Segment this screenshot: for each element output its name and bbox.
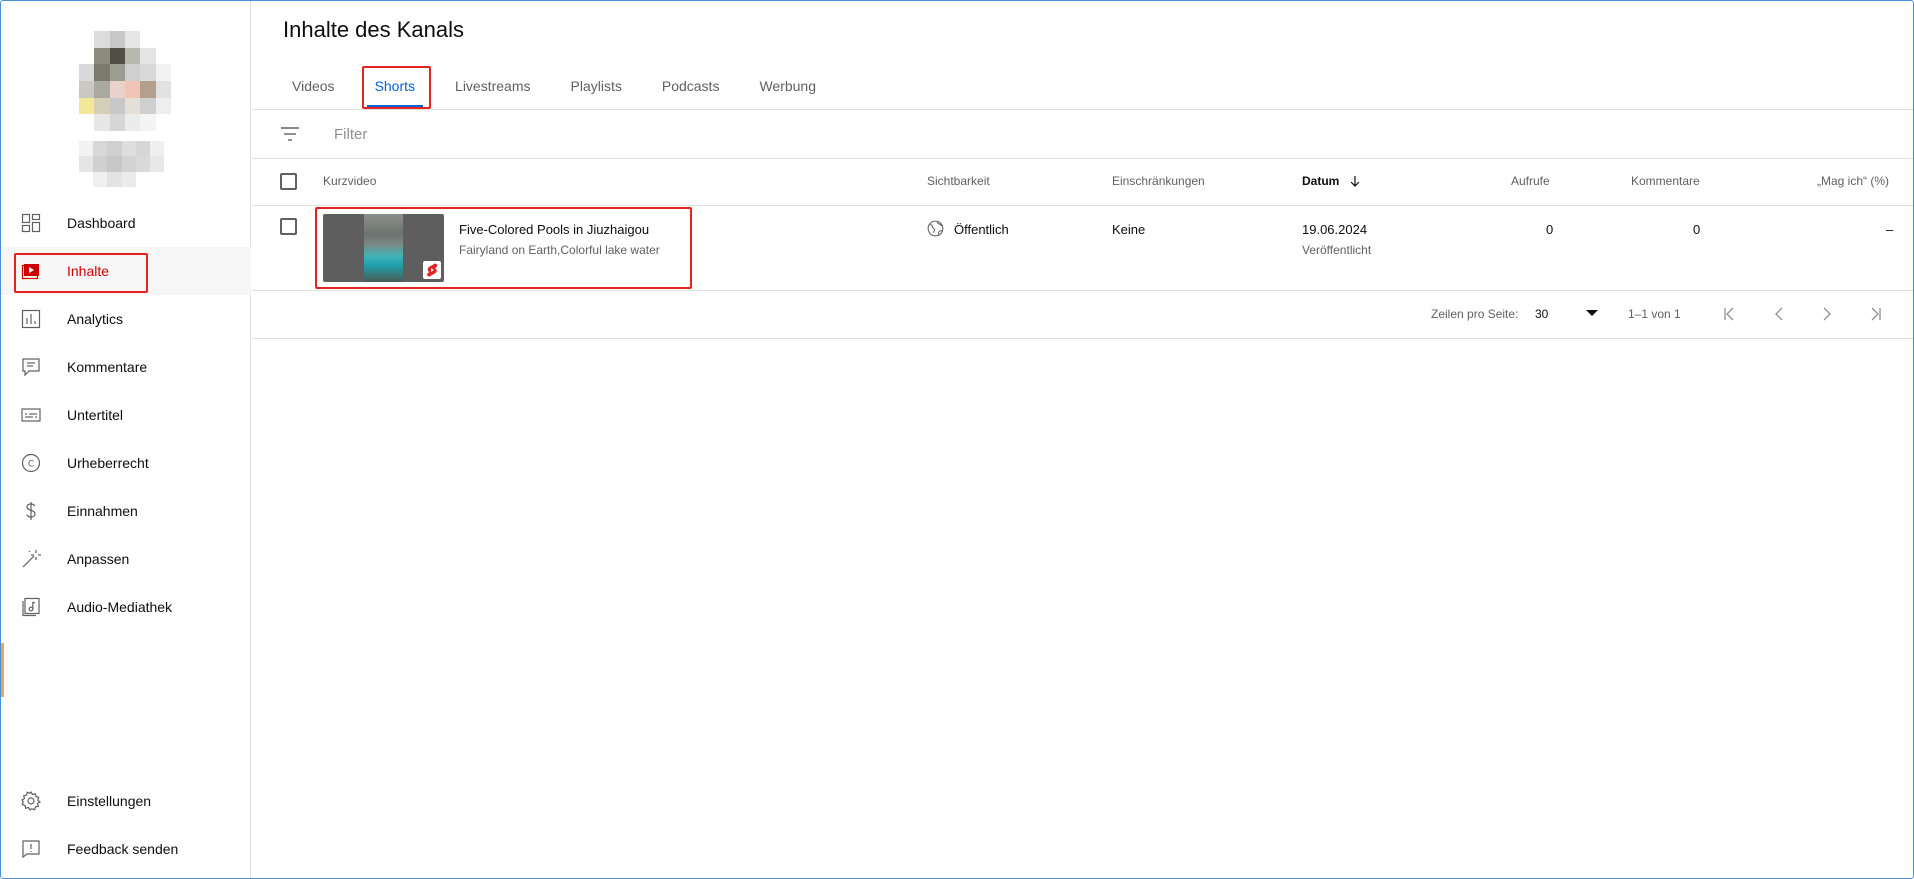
sidebar-item-label: Anpassen bbox=[67, 551, 130, 567]
tab-shorts[interactable]: Shorts bbox=[355, 66, 435, 110]
first-page-icon[interactable] bbox=[1719, 303, 1741, 325]
channel-name bbox=[79, 141, 164, 187]
sidebar-item-label: Untertitel bbox=[67, 407, 124, 423]
sidebar-nav: Dashboard Inhalte Analytics Kommentare U… bbox=[1, 199, 251, 631]
table-row[interactable]: Five-Colored Pools in Jiuzhaigou Fairyla… bbox=[252, 206, 1913, 290]
filter-input[interactable] bbox=[334, 122, 734, 146]
sidebar: Dashboard Inhalte Analytics Kommentare U… bbox=[1, 1, 251, 878]
column-header-date[interactable]: Datum bbox=[1302, 174, 1361, 188]
svg-text:C: C bbox=[28, 460, 34, 470]
sidebar-item-analytics[interactable]: Analytics bbox=[1, 295, 251, 343]
magic-wand-icon bbox=[22, 550, 41, 568]
column-header-restrictions[interactable]: Einschränkungen bbox=[1112, 174, 1205, 188]
date-status: Veröffentlicht bbox=[1302, 243, 1372, 257]
sidebar-item-label: Einnahmen bbox=[67, 503, 138, 519]
sidebar-item-inhalte[interactable]: Inhalte bbox=[1, 247, 251, 295]
last-page-icon[interactable] bbox=[1864, 303, 1886, 325]
next-page-icon[interactable] bbox=[1816, 303, 1838, 325]
gear-icon bbox=[21, 791, 41, 811]
sidebar-item-einstellungen[interactable]: Einstellungen bbox=[1, 777, 251, 825]
video-title[interactable]: Five-Colored Pools in Jiuzhaigou bbox=[459, 222, 649, 237]
visibility-value[interactable]: Öffentlich bbox=[954, 222, 1009, 237]
divider bbox=[252, 338, 1913, 339]
content-tabs: Videos Shorts Livestreams Playlists Podc… bbox=[272, 66, 836, 110]
sidebar-item-label: Dashboard bbox=[67, 215, 136, 231]
pagination: Zeilen pro Seite: 30 1–1 von 1 bbox=[252, 291, 1913, 338]
page-range: 1–1 von 1 bbox=[1628, 307, 1681, 321]
rows-per-page-label: Zeilen pro Seite: bbox=[1431, 307, 1519, 321]
sort-arrow-down-icon bbox=[1350, 176, 1360, 187]
chevron-down-icon[interactable] bbox=[1586, 310, 1598, 316]
sidebar-item-urheberrecht[interactable]: C Urheberrecht bbox=[1, 439, 251, 487]
table-header: Kurzvideo Sichtbarkeit Einschränkungen D… bbox=[252, 159, 1913, 205]
thumbnail-image bbox=[364, 214, 403, 282]
date-value: 19.06.2024 bbox=[1302, 222, 1368, 237]
content-icon bbox=[21, 264, 39, 280]
sidebar-item-dashboard[interactable]: Dashboard bbox=[1, 199, 251, 247]
sidebar-item-audio-mediathek[interactable]: Audio-Mediathek bbox=[1, 583, 251, 631]
video-description: Fairyland on Earth,Colorful lake water bbox=[459, 243, 660, 257]
column-header-likes[interactable]: „Mag ich“ (%) bbox=[1817, 174, 1889, 188]
rows-per-page-select[interactable]: 30 bbox=[1535, 307, 1548, 321]
sidebar-item-feedback[interactable]: Feedback senden bbox=[1, 825, 251, 873]
shorts-badge-icon bbox=[423, 261, 441, 279]
sidebar-item-untertitel[interactable]: Untertitel bbox=[1, 391, 251, 439]
analytics-icon bbox=[21, 309, 41, 329]
column-header-video[interactable]: Kurzvideo bbox=[323, 174, 376, 188]
tab-playlists[interactable]: Playlists bbox=[551, 66, 642, 110]
sidebar-item-kommentare[interactable]: Kommentare bbox=[1, 343, 251, 391]
column-header-date-label: Datum bbox=[1302, 174, 1340, 188]
filter-bar bbox=[252, 110, 1913, 158]
filter-icon[interactable] bbox=[280, 125, 300, 143]
globe-icon bbox=[927, 220, 944, 237]
app-window: Dashboard Inhalte Analytics Kommentare U… bbox=[0, 0, 1914, 879]
dashboard-icon bbox=[21, 213, 41, 233]
column-header-visibility[interactable]: Sichtbarkeit bbox=[927, 174, 990, 188]
sidebar-item-anpassen[interactable]: Anpassen bbox=[1, 535, 251, 583]
feedback-icon bbox=[22, 840, 40, 859]
comments-value: 0 bbox=[1693, 222, 1701, 237]
tab-videos[interactable]: Videos bbox=[272, 66, 355, 110]
sidebar-item-label: Urheberrecht bbox=[67, 455, 149, 471]
previous-page-icon[interactable] bbox=[1768, 303, 1790, 325]
row-checkbox[interactable] bbox=[280, 218, 297, 235]
tab-werbung[interactable]: Werbung bbox=[739, 66, 836, 110]
tab-podcasts[interactable]: Podcasts bbox=[642, 66, 740, 110]
sidebar-item-label: Analytics bbox=[67, 311, 124, 327]
sidebar-item-label: Audio-Mediathek bbox=[67, 599, 173, 615]
audio-library-icon bbox=[22, 597, 40, 617]
sidebar-bottom-nav: Einstellungen Feedback senden bbox=[1, 777, 251, 873]
dollar-icon bbox=[26, 502, 36, 520]
select-all-checkbox[interactable] bbox=[280, 173, 297, 190]
sidebar-item-label: Kommentare bbox=[67, 359, 148, 375]
copyright-icon: C bbox=[21, 453, 41, 473]
video-thumbnail[interactable] bbox=[323, 214, 444, 282]
sidebar-item-einnahmen[interactable]: Einnahmen bbox=[1, 487, 251, 535]
comments-icon bbox=[22, 358, 40, 377]
sidebar-item-label: Inhalte bbox=[67, 263, 110, 279]
likes-value: – bbox=[1886, 222, 1894, 237]
column-header-comments[interactable]: Kommentare bbox=[1631, 174, 1700, 188]
subtitles-icon bbox=[21, 408, 41, 422]
main-content: Inhalte des Kanals Videos Shorts Livestr… bbox=[252, 1, 1913, 878]
channel-avatar[interactable] bbox=[79, 31, 171, 131]
views-value: 0 bbox=[1546, 222, 1554, 237]
sidebar-item-label: Einstellungen bbox=[67, 793, 152, 809]
restrictions-value: Keine bbox=[1112, 222, 1146, 237]
scroll-indicator bbox=[1, 643, 4, 697]
column-header-views[interactable]: Aufrufe bbox=[1511, 174, 1550, 188]
tab-livestreams[interactable]: Livestreams bbox=[435, 66, 550, 110]
page-title: Inhalte des Kanals bbox=[283, 17, 465, 42]
sidebar-item-label: Feedback senden bbox=[67, 841, 179, 857]
